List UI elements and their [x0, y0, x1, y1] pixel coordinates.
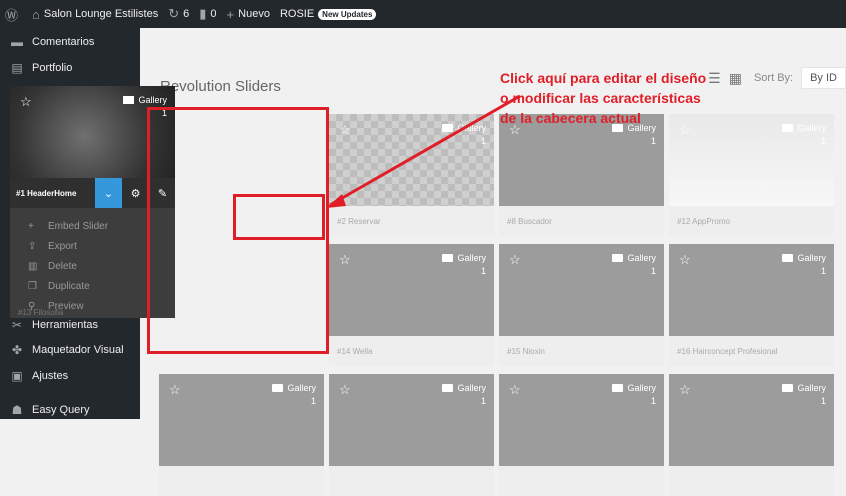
annotation-text: Click aquí para editar el diseño o modif…	[500, 70, 707, 126]
slider-name	[669, 466, 834, 496]
slider-name	[329, 466, 494, 496]
annotation-arrow	[326, 94, 521, 208]
arrow-line	[329, 94, 521, 207]
slider-name	[499, 466, 664, 496]
slider-name	[159, 466, 324, 496]
